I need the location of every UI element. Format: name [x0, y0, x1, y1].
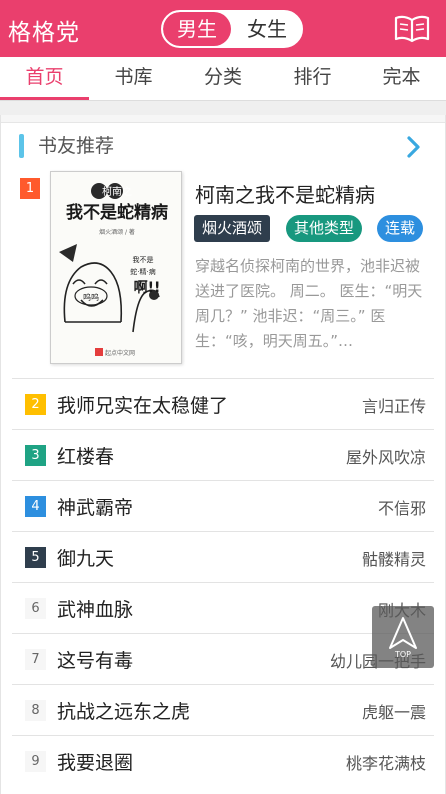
rank-number: 9: [25, 751, 46, 772]
book-title[interactable]: 抗战之远东之虎: [57, 697, 190, 724]
category-tag[interactable]: 其他类型: [286, 215, 363, 242]
book-description[interactable]: 穿越名侦探柯南的世界，池非迟被送进了医院。 周二。 医生：“明天周几？” 池非迟…: [195, 254, 431, 358]
section-accent-bar: [19, 134, 24, 158]
cover-main-text: 我不是蛇精病: [66, 202, 168, 223]
tab-completed[interactable]: 完本: [357, 57, 446, 101]
open-book-icon[interactable]: [394, 14, 430, 44]
tab-ranking[interactable]: 排行: [268, 57, 357, 101]
rank-number: 5: [25, 547, 46, 568]
cover-top-text: 柯南之: [102, 185, 132, 198]
section-title: 书友推荐: [38, 135, 115, 157]
rank-number: 6: [25, 598, 46, 619]
book-title[interactable]: 红楼春: [57, 442, 114, 469]
top-label: TOP: [394, 650, 411, 659]
cover-bubble: 呜呜: [83, 292, 99, 302]
list-item[interactable]: 5 御九天 骷髅精灵: [12, 531, 434, 582]
tab-library[interactable]: 书库: [89, 57, 178, 101]
book-author[interactable]: 骷髅精灵: [362, 546, 426, 570]
book-title[interactable]: 武神血脉: [57, 595, 133, 622]
book-cover[interactable]: 柯南之 我不是蛇精病 烟火酒颂 / 著 呜呜 我不是 蛇·精·病 啊!! 起点中…: [50, 171, 182, 364]
back-to-top-button[interactable]: TOP: [372, 606, 434, 668]
book-author[interactable]: 虎躯一震: [362, 699, 426, 723]
cover-publisher: 起点中文网: [105, 349, 135, 357]
tab-category[interactable]: 分类: [178, 57, 268, 101]
book-author[interactable]: 言归正传: [362, 393, 426, 417]
book-title[interactable]: 御九天: [57, 544, 114, 571]
list-item[interactable]: 4 神武霸帝 不信邪: [12, 480, 434, 531]
brand-title[interactable]: 格格党: [8, 13, 80, 47]
cover-author-line: 烟火酒颂 / 著: [99, 228, 135, 236]
list-item[interactable]: 7 这号有毒 幼儿园一把手: [12, 633, 434, 684]
list-item[interactable]: 8 抗战之远东之虎 虎躯一震: [12, 684, 434, 735]
featured-book-title[interactable]: 柯南之我不是蛇精病: [195, 179, 375, 208]
nav-tabs: 首页 书库 分类 排行 完本: [0, 57, 446, 101]
gender-switch[interactable]: 男生 女生: [161, 10, 303, 48]
app-header: 格格党 男生 女生: [0, 0, 446, 57]
list-item[interactable]: 6 武神血脉 刚大木: [12, 582, 434, 633]
author-tag[interactable]: 烟火酒颂: [194, 215, 271, 242]
rank-number: 3: [25, 445, 46, 466]
book-author[interactable]: 桃李花满枝: [346, 750, 426, 774]
separator-band: [0, 101, 446, 115]
rank-badge: 1: [20, 178, 40, 199]
book-author[interactable]: 不信邪: [378, 495, 426, 519]
cover-speech-2: 蛇·精·病: [130, 267, 155, 276]
cover-speech-1: 我不是: [133, 255, 154, 264]
cover-shout: 啊!!: [134, 280, 161, 296]
list-item[interactable]: 3 红楼春 屋外风吹凉: [12, 429, 434, 480]
gender-female-button[interactable]: 女生: [233, 12, 301, 46]
book-title[interactable]: 这号有毒: [57, 646, 133, 673]
book-author[interactable]: 屋外风吹凉: [346, 444, 426, 468]
rank-number: 4: [25, 496, 46, 517]
rank-number: 8: [25, 700, 46, 721]
book-title[interactable]: 我师兄实在太稳健了: [57, 391, 228, 418]
list-item[interactable]: 9 我要退圈 桃李花满枝: [12, 735, 434, 786]
status-tag: 连载: [377, 215, 424, 242]
tab-home[interactable]: 首页: [0, 57, 89, 101]
book-title[interactable]: 神武霸帝: [57, 493, 133, 520]
rank-number: 7: [25, 649, 46, 670]
list-item[interactable]: 2 我师兄实在太稳健了 言归正传: [12, 378, 434, 429]
rank-number: 2: [25, 394, 46, 415]
gender-male-button[interactable]: 男生: [163, 12, 231, 46]
book-title[interactable]: 我要退圈: [57, 748, 133, 775]
chevron-right-icon[interactable]: [404, 134, 424, 160]
